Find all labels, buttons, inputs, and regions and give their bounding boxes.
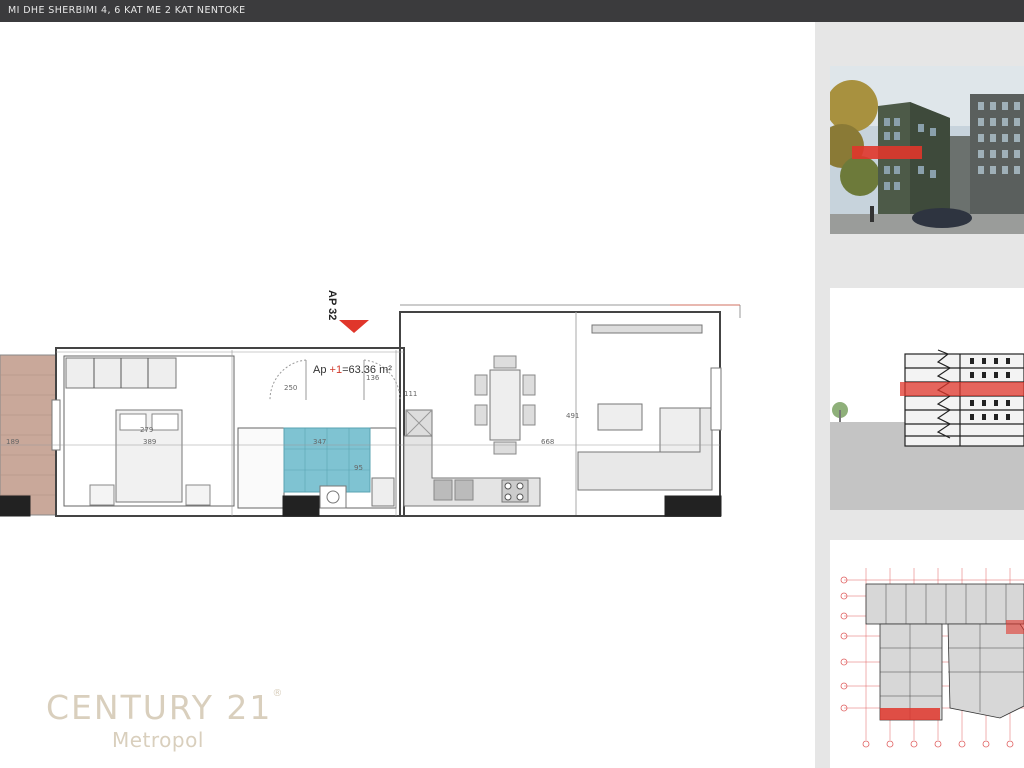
dim-label: 668 — [541, 438, 554, 446]
building-render-thumbnail[interactable] — [830, 66, 1024, 234]
car-shape — [912, 208, 972, 228]
dim-label: 491 — [566, 412, 579, 420]
area-value: =63.36 m² — [342, 364, 392, 376]
floor-plan-thumbnail[interactable] — [830, 540, 1024, 768]
highlighted-unit — [880, 708, 940, 720]
dining-table — [489, 369, 521, 441]
coffee-table — [597, 403, 643, 431]
highlighted-floor — [852, 146, 922, 159]
highlighted-level — [900, 382, 1024, 396]
apartment-marker-icon — [339, 320, 369, 333]
brand-logo: CENTURY 21® — [46, 688, 284, 727]
typical-floor-plan-drawing — [830, 540, 1024, 768]
floor-plan-drawing: 189 279 389 347 95 136 111 250 491 668 — [0, 304, 741, 517]
dim-label: 389 — [143, 438, 156, 446]
brand-registered-mark: ® — [272, 688, 285, 699]
dim-label: 279 — [140, 426, 153, 434]
dim-label: 347 — [313, 438, 326, 446]
apartment-number: AP 32 — [326, 290, 338, 321]
area-separator: +1 — [329, 364, 343, 376]
area-prefix: Ap — [313, 364, 327, 376]
apartment-area: Ap +1=63.36 m² — [313, 364, 392, 376]
building-section-thumbnail[interactable] — [830, 288, 1024, 510]
building-render-photo — [830, 66, 1024, 234]
brand-office: Metropol — [112, 728, 204, 752]
dim-label: 111 — [404, 390, 417, 398]
brand-name: CENTURY 21 — [46, 688, 273, 727]
dim-label: 189 — [6, 438, 19, 446]
dim-label: 250 — [284, 384, 297, 392]
dim-label: 95 — [354, 464, 363, 472]
building-section-drawing — [830, 288, 1024, 510]
